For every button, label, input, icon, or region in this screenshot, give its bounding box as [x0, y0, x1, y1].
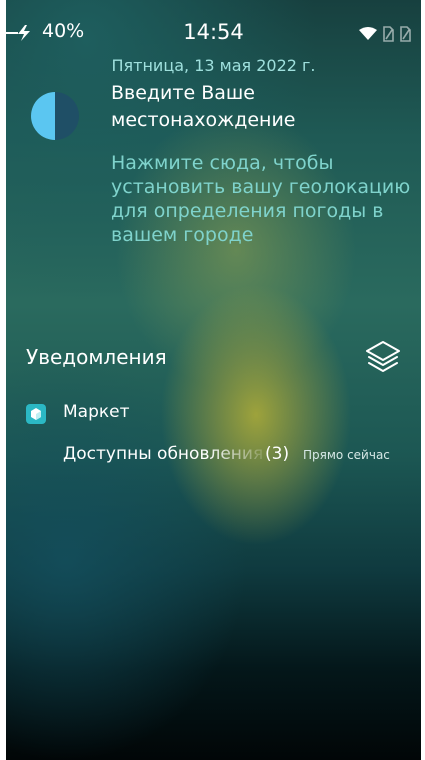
- location-title[interactable]: Введите Ваше местонахождение: [111, 80, 401, 134]
- wifi-icon: [359, 27, 377, 40]
- notification-item[interactable]: Доступны обновления (3) Прямо сейчас: [63, 444, 418, 472]
- notification-text: Доступны обновления: [63, 444, 263, 464]
- layers-icon[interactable]: [363, 338, 403, 378]
- location-hint[interactable]: Нажмите сюда, чтобы установить вашу геол…: [111, 151, 411, 247]
- market-app-icon: [26, 404, 46, 424]
- notifications-header: Уведомления: [26, 345, 167, 369]
- sim1-icon: [383, 26, 394, 42]
- status-bar: 40% 14:54: [6, 18, 421, 48]
- moon-half-icon[interactable]: [31, 92, 79, 140]
- status-icons: [359, 24, 411, 44]
- notification-app-name[interactable]: Маркет: [63, 402, 130, 422]
- notification-time: Прямо сейчас: [303, 448, 390, 462]
- sim2-icon: [400, 26, 411, 42]
- notification-count: (3): [265, 444, 290, 464]
- lock-screen: 40% 14:54 Пятница, 13 мая 2022 г. Введит…: [6, 0, 421, 760]
- lock-date: Пятница, 13 мая 2022 г.: [111, 56, 316, 75]
